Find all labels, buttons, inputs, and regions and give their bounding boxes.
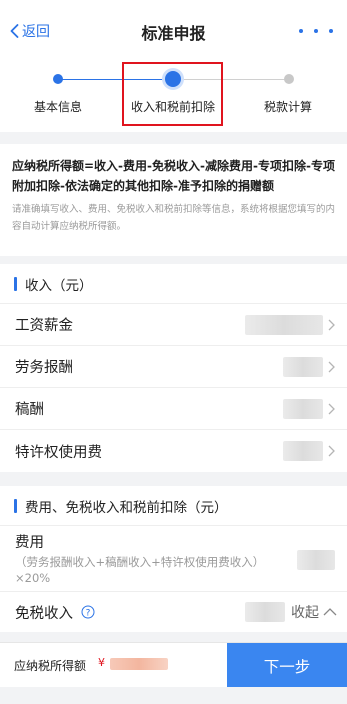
step-label-tax-calc: 税款计算 [264,100,313,114]
chevron-right-icon [328,319,335,331]
page-title: 标准申报 [141,24,206,43]
list-item-royalty[interactable]: 特许权使用费 [0,430,347,472]
expense-label: 费用 [15,535,44,551]
progress-stepper: 基本信息 收入和税前扣除 税款计算 [0,60,347,132]
row-label: 工资薪金 [15,318,73,334]
redacted-value [297,550,335,570]
step-dot-done [53,74,63,84]
formula-card: 应纳税所得额=收入-费用-免税收入-减除费用-专项扣除-专项附加扣除-依法确定的… [0,144,347,256]
row-label: 劳务报酬 [15,360,73,376]
nav-bar: 返回 标准申报 [0,0,347,60]
list-item-expense: 费用 （劳务报酬收入+稿酬收入+特许权使用费收入）×20% [0,526,347,592]
dot-icon [329,29,333,33]
income-section: 收入（元） 工资薪金 劳务报酬 稿酬 特许权使用费 [0,264,347,472]
bottom-safe-area [0,687,347,704]
redacted-value [283,357,323,377]
currency-symbol: ¥ [98,656,105,669]
redacted-value [245,602,285,622]
section-header-deductions: 费用、免税收入和税前扣除（元） [0,486,347,526]
section-title: 收入（元） [25,277,93,294]
row-label: 特许权使用费 [15,444,102,461]
highlight-box [122,62,223,126]
collapse-button[interactable]: 收起 [291,602,337,622]
chevron-right-icon [328,361,335,373]
redacted-amount [110,658,168,670]
chevron-right-icon [328,403,335,415]
dot-icon [299,29,303,33]
expense-formula: （劳务报酬收入+稿酬收入+特许权使用费收入）×20% [15,555,265,585]
help-icon[interactable]: ? [81,605,95,619]
collapse-label: 收起 [291,605,319,621]
list-item-salary[interactable]: 工资薪金 [0,304,347,346]
chevron-right-icon [328,445,335,457]
list-item-author-remuneration[interactable]: 稿酬 [0,388,347,430]
step-label-basic-info: 基本信息 [34,100,83,114]
next-step-button[interactable]: 下一步 [227,643,347,688]
section-title: 费用、免税收入和税前扣除（元） [25,499,228,516]
deductions-section: 费用、免税收入和税前扣除（元） 费用 （劳务报酬收入+稿酬收入+特许权使用费收入… [0,486,347,632]
dot-icon [314,29,318,33]
svg-text:?: ? [86,609,91,619]
taxable-income-label: 应纳税所得额 [14,659,87,673]
redacted-value [283,399,323,419]
section-accent-bar [14,498,17,513]
bottom-action-bar: 应纳税所得额 ¥ 下一步 [0,642,347,688]
list-item-labor-remuneration[interactable]: 劳务报酬 [0,346,347,388]
redacted-value [283,441,323,461]
list-item-tax-free-income[interactable]: 免税收入 ? 收起 [0,592,347,632]
step-dot-pending [284,74,294,84]
redacted-value [245,315,323,335]
more-options-button[interactable] [299,26,333,36]
chevron-up-icon [323,608,337,616]
row-label: 稿酬 [15,402,44,418]
section-header-income: 收入（元） [0,264,347,304]
formula-hint: 请准确填写收入、费用、免税收入和税前扣除等信息，系统将根据您填写的内容自动计算应… [12,204,336,232]
row-label: 免税收入 [15,605,73,622]
formula-text: 应纳税所得额=收入-费用-免税收入-减除费用-专项扣除-专项附加扣除-依法确定的… [12,159,335,193]
section-accent-bar [14,276,17,291]
